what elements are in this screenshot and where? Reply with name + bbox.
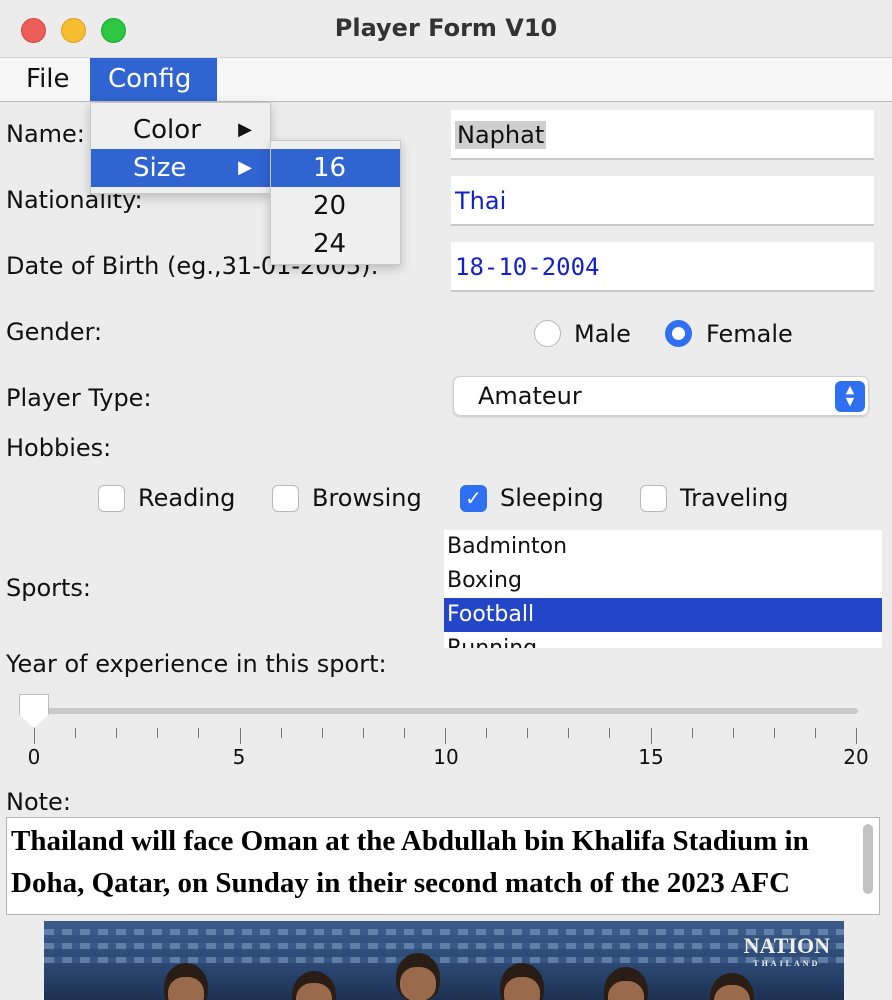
slider-tick: [650, 728, 652, 744]
note-scrollbar[interactable]: [863, 824, 873, 894]
slider-tick: [403, 728, 405, 738]
slider-tick: [773, 728, 775, 738]
hobby-browsing-label[interactable]: Browsing: [312, 484, 422, 512]
size-option-24[interactable]: 24: [271, 225, 400, 263]
config-color-item[interactable]: Color ▶: [91, 111, 270, 149]
name-field[interactable]: Naphat: [451, 110, 874, 160]
experience-slider-thumb[interactable]: [19, 694, 49, 728]
gender-label: Gender:: [6, 318, 103, 346]
hobby-sleeping-label[interactable]: Sleeping: [500, 484, 604, 512]
menu-bar: File Config: [0, 58, 892, 102]
size-submenu: 16 20 24: [270, 140, 401, 265]
slider-tick: [609, 728, 611, 738]
slider-tick: [75, 728, 77, 738]
config-color-label: Color: [133, 115, 201, 145]
player-face: [400, 967, 436, 1000]
note-text: Thailand will face Oman at the Abdullah …: [11, 825, 809, 914]
name-field-value: Naphat: [455, 121, 547, 149]
sports-list[interactable]: Badminton Boxing Football Running: [444, 530, 882, 648]
note-label: Note:: [6, 788, 71, 816]
stadium-seats: [44, 943, 844, 949]
team-photo: NATION THAILAND: [44, 921, 844, 1000]
gender-female-label[interactable]: Female: [706, 320, 793, 348]
hobby-browsing-checkbox[interactable]: [272, 485, 299, 512]
list-item[interactable]: Running: [444, 632, 882, 648]
slider-tick: [116, 728, 118, 738]
slider-tick-label: 0: [27, 745, 41, 769]
gender-female-radio[interactable]: [665, 320, 692, 347]
list-item-selected[interactable]: Football: [444, 598, 882, 632]
note-textarea[interactable]: Thailand will face Oman at the Abdullah …: [6, 817, 880, 915]
slider-tick: [527, 728, 529, 738]
config-size-label: Size: [133, 153, 187, 183]
name-label: Name:: [6, 120, 85, 148]
slider-tick: [198, 728, 200, 738]
gender-male-label[interactable]: Male: [574, 320, 631, 348]
slider-tick: [280, 728, 282, 738]
dob-field[interactable]: 18-10-2004: [451, 242, 874, 292]
slider-tick: [321, 728, 323, 738]
checkmark-icon: ✓: [465, 486, 482, 510]
nation-logo: NATION THAILAND: [743, 933, 830, 968]
slider-tick: [856, 728, 857, 744]
player-face: [504, 977, 540, 1000]
window-title: Player Form V10: [334, 14, 558, 42]
slider-tick-label: 10: [433, 745, 459, 769]
hobby-reading-label[interactable]: Reading: [138, 484, 235, 512]
slider-tick-label: 5: [232, 745, 246, 769]
hobby-traveling-label[interactable]: Traveling: [680, 484, 788, 512]
slider-tick: [691, 728, 693, 738]
slider-tick: [814, 728, 816, 738]
menu-config[interactable]: Config: [90, 58, 217, 101]
player-type-label: Player Type:: [6, 384, 152, 412]
hobby-traveling-checkbox[interactable]: [640, 485, 667, 512]
size-option-20[interactable]: 20: [271, 187, 400, 225]
slider-tick-label: 15: [638, 745, 664, 769]
slider-tick: [239, 728, 241, 744]
hobbies-label: Hobbies:: [6, 434, 112, 462]
config-dropdown: Color ▶ Size ▶: [90, 102, 271, 194]
stadium-seats: [44, 957, 844, 963]
config-size-item[interactable]: Size ▶: [91, 149, 270, 187]
slider-tick-label: 20: [843, 745, 869, 769]
slider-tick: [157, 728, 159, 738]
gender-male-radio[interactable]: [534, 320, 561, 347]
slider-tick: [34, 728, 35, 744]
hobby-sleeping-checkbox[interactable]: ✓: [460, 485, 487, 512]
size-option-16[interactable]: 16: [271, 149, 400, 187]
hobby-reading-checkbox[interactable]: [98, 485, 125, 512]
select-updown-icon: ▲ ▼: [835, 381, 865, 412]
player-type-value: Amateur: [478, 382, 582, 410]
stadium-seats: [44, 929, 844, 935]
player-type-select[interactable]: Amateur ▲ ▼: [453, 376, 869, 416]
slider-tick: [362, 728, 364, 738]
sports-label: Sports:: [6, 574, 92, 602]
slider-tick: [732, 728, 734, 738]
list-item[interactable]: Badminton: [444, 530, 882, 564]
experience-label: Year of experience in this sport:: [6, 650, 387, 678]
submenu-arrow-icon: ▶: [238, 119, 252, 140]
list-item[interactable]: Boxing: [444, 564, 882, 598]
submenu-arrow-icon: ▶: [238, 157, 252, 178]
menu-file[interactable]: File: [8, 58, 88, 101]
slider-tick: [486, 728, 488, 738]
player-face: [168, 977, 204, 1000]
experience-slider-track[interactable]: [30, 708, 858, 714]
slider-tick: [568, 728, 570, 738]
title-bar: Player Form V10: [0, 0, 892, 58]
slider-tick: [445, 728, 446, 744]
nationality-field[interactable]: Thai: [451, 176, 874, 226]
